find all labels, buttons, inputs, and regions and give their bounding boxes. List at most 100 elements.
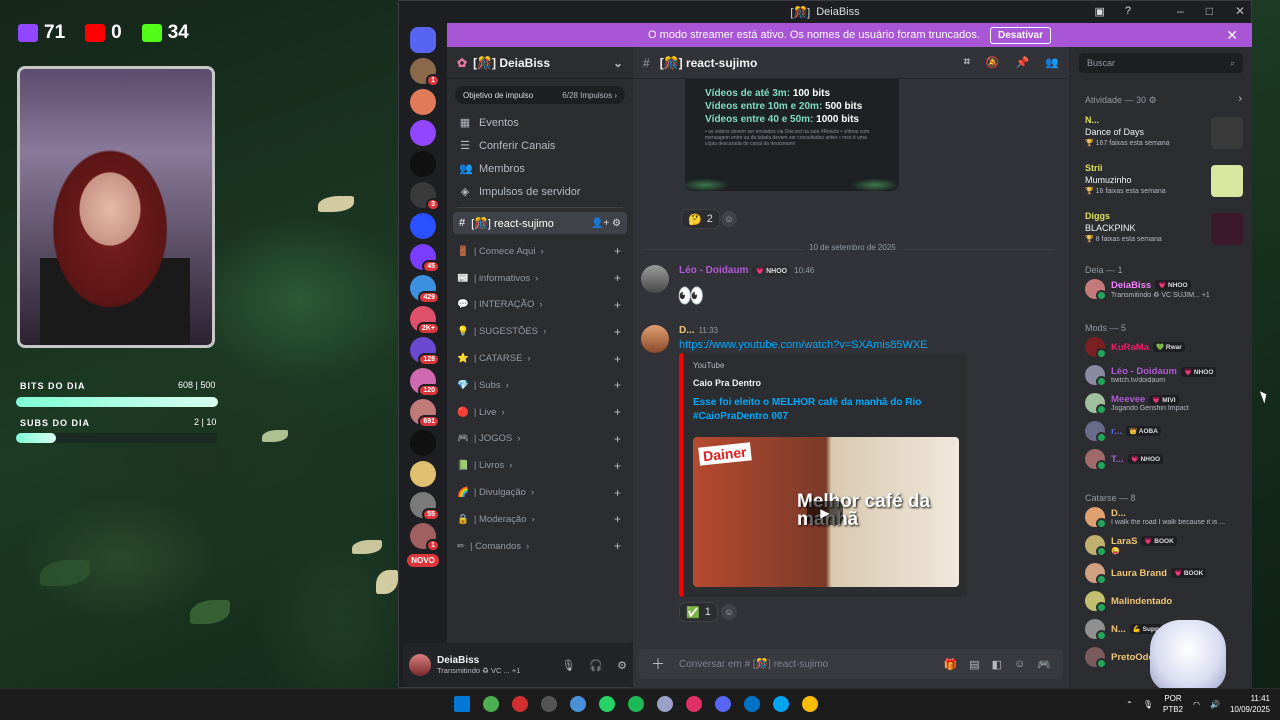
wifi-icon[interactable]: ◠ (1193, 700, 1200, 709)
server-icon[interactable]: 45 (410, 244, 440, 273)
category-3[interactable]: 💡 | SUGESTÕES › + (447, 318, 633, 345)
server-icon[interactable]: 1 (410, 523, 440, 552)
create-channel-icon[interactable]: + (614, 271, 621, 285)
member-item[interactable]: DeiaBiss 💗 NHOO Transmitindo ♻ VC SUJIM...… (1085, 277, 1247, 301)
mute-icon[interactable]: 🔕 (986, 56, 1000, 69)
server-icon[interactable]: 429 (410, 275, 440, 304)
dev-icon[interactable] (512, 696, 528, 712)
create-channel-icon[interactable]: + (614, 378, 621, 392)
close-icon[interactable]: ✕ (1235, 4, 1245, 18)
server-icon[interactable] (410, 461, 436, 487)
member-item[interactable]: Malindentado (1085, 589, 1247, 613)
create-channel-icon[interactable]: + (614, 512, 621, 526)
clock[interactable]: 11:41 10/09/2025 (1230, 693, 1270, 715)
emoji-icon[interactable]: ☺ (1014, 658, 1025, 671)
server-icon[interactable]: 120 (410, 368, 440, 397)
category-0[interactable]: 🚪 | Comece Aqui › + (447, 238, 633, 265)
discord-icon[interactable] (715, 696, 731, 712)
activity-item[interactable]: N... Dance of Days 🏆 167 faixas esta seman… (1085, 115, 1243, 155)
message-composer[interactable]: ＋ Conversar em # [🎊] react-sujimo 🎁 ▤ ◧ ☺ 🎮 (639, 649, 1063, 679)
disable-streamer-button[interactable]: Desativar (989, 26, 1051, 44)
app-icon[interactable] (657, 696, 673, 712)
play-icon[interactable]: ▶ (807, 501, 843, 525)
chevron-up-icon[interactable]: ⌃ (1126, 700, 1133, 709)
nav-server-boosts[interactable]: ◈ Impulsos de servidor (447, 180, 633, 203)
notes-icon[interactable] (570, 696, 586, 712)
nav-events[interactable]: ▦ Eventos (447, 111, 633, 134)
chevron-right-icon[interactable]: › (1238, 93, 1242, 105)
server-icon[interactable]: 128 (410, 337, 440, 366)
settings-icon[interactable] (541, 696, 557, 712)
video-thumbnail[interactable]: Dainer Melhor café da manhã ▶ (693, 437, 959, 587)
category-11[interactable]: ✏ | Comandos › + (447, 533, 633, 560)
create-channel-icon[interactable]: + (614, 244, 621, 258)
member-item[interactable]: T... 💗 NHOO (1085, 447, 1247, 471)
avatar[interactable] (641, 325, 669, 353)
member-item[interactable]: D... I walk the road I walk because it is… (1085, 505, 1247, 529)
language-indicator[interactable]: POR PTB2 (1163, 693, 1183, 715)
category-2[interactable]: 💬 | INTERAÇÃO › + (447, 292, 633, 319)
add-reaction-icon[interactable]: ☺ (721, 604, 737, 620)
banner-close-icon[interactable]: ✕ (1226, 27, 1238, 44)
category-6[interactable]: 🔴 | Live › + (447, 399, 633, 426)
activity-item[interactable]: Strii Mumuzinho 🏆 16 faixas esta semana (1085, 163, 1243, 203)
volume-icon[interactable]: 🔊 (1210, 700, 1220, 709)
microphone-icon[interactable]: 🎙 (561, 659, 575, 672)
server-icon[interactable]: 691 (410, 399, 440, 428)
sticker-icon[interactable]: ◧ (992, 658, 1002, 671)
spotify-icon[interactable] (628, 696, 644, 712)
server-icon[interactable]: 1 (410, 58, 440, 87)
category-10[interactable]: 🔒 | Moderação › + (447, 506, 633, 533)
search-input[interactable]: Buscar ⌕ (1079, 53, 1243, 73)
media-icon[interactable] (483, 696, 499, 712)
apps-icon[interactable]: 🎮 (1037, 658, 1051, 671)
channel-settings-icon[interactable]: 👤+ ⚙ (591, 218, 621, 229)
current-channel[interactable]: # [🎊] react-sujimo 👤+ ⚙ (453, 212, 627, 234)
threads-icon[interactable]: ⌗ (964, 56, 970, 69)
boost-goal[interactable]: Objetivo de impulso 6/28 Impulsos › (455, 86, 625, 104)
chrome-icon[interactable] (802, 696, 818, 712)
category-1[interactable]: 📰 | informativos › + (447, 265, 633, 292)
reaction-chip[interactable]: ✅ 1 (679, 602, 718, 622)
avatar[interactable] (641, 265, 669, 293)
category-7[interactable]: 🎮 | JOGOS › + (447, 426, 633, 453)
category-9[interactable]: 🌈 | Divulgação › + (447, 479, 633, 506)
message-author[interactable]: D... 11:33 (679, 325, 718, 336)
help-icon[interactable]: ? (1125, 5, 1131, 18)
avatar[interactable] (409, 654, 431, 676)
create-channel-icon[interactable]: + (614, 539, 621, 553)
member-item[interactable]: Laura Brand 💗 BOOK (1085, 561, 1247, 585)
create-channel-icon[interactable]: + (614, 486, 621, 500)
add-reaction-icon[interactable]: ☺ (721, 211, 737, 227)
create-channel-icon[interactable]: + (614, 432, 621, 446)
nav-members[interactable]: 👥 Membros (447, 157, 633, 180)
category-5[interactable]: 💎 | Subs › + (447, 372, 633, 399)
member-item[interactable]: Léo - Doidaum 💗 NHOO twitch.tv/doidaum (1085, 363, 1247, 387)
start-icon[interactable] (454, 696, 470, 712)
whatsapp-icon[interactable] (599, 696, 615, 712)
gear-icon[interactable]: ⚙ (617, 659, 627, 672)
maximize-icon[interactable]: □ (1206, 4, 1213, 18)
youtube-link[interactable]: https://www.youtube.com/watch?v=SXAmis85… (679, 339, 928, 351)
message-author[interactable]: Léo - Doidaum 💗 NHOO 10:46 (679, 265, 814, 276)
headphones-icon[interactable]: 🎧 (589, 659, 603, 672)
member-item[interactable]: LaraS 💗 BOOK 😜 (1085, 533, 1247, 557)
create-channel-icon[interactable]: + (614, 325, 621, 339)
server-icon[interactable]: 55 (410, 492, 440, 521)
pin-icon[interactable]: 📌 (1016, 56, 1030, 69)
member-list-icon[interactable]: 👥 (1045, 56, 1059, 69)
reaction-chip[interactable]: 🤔 2 (681, 209, 720, 229)
outlook-icon[interactable] (744, 696, 760, 712)
create-channel-icon[interactable]: + (614, 352, 621, 366)
gif-icon[interactable]: ▤ (969, 658, 979, 671)
maps-icon[interactable] (686, 696, 702, 712)
server-icon[interactable] (410, 213, 436, 239)
embed-author[interactable]: Caio Pra Dentro (693, 378, 957, 388)
plus-icon[interactable]: ＋ (651, 654, 665, 674)
gift-icon[interactable]: 🎁 (944, 658, 958, 671)
category-4[interactable]: ⭐ | CATARSE › + (447, 345, 633, 372)
server-icon[interactable]: 2K+ (410, 306, 440, 335)
server-header[interactable]: ✿ [🎊] DeiaBiss ⌄ (447, 47, 633, 79)
member-item[interactable]: KuRaMa 💚 Rwar (1085, 335, 1247, 359)
server-icon[interactable] (410, 120, 436, 146)
